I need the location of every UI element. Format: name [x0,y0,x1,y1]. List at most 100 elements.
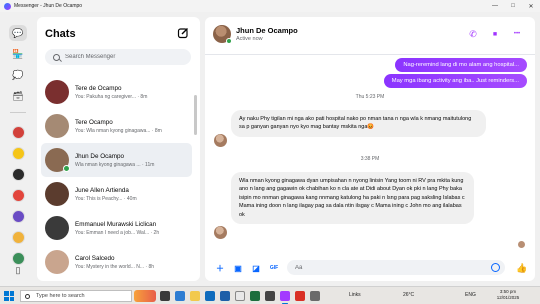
chat-text: Tere Ocampo You: Wla nman kyong ginagawa.… [75,119,190,134]
compose-icon[interactable] [177,27,189,39]
chat-text: Carol Salcedo You: Mystery in the world..… [75,255,190,270]
store-icon[interactable] [205,291,215,301]
chat-list-item[interactable]: Emmanuel Murawski Liclican You: Emman I n… [41,211,192,245]
marketplace-nav-button[interactable]: 🏪 [9,46,27,62]
timestamp: Thu 5:23 PM [355,94,385,100]
mail-icon[interactable] [220,291,230,301]
chats-heading: Chats [45,28,76,40]
archive-nav-button[interactable]: 🗃 [9,88,27,104]
requests-nav-button[interactable]: 💭 [9,67,27,83]
rail-app-shortcut-icon[interactable] [12,147,25,160]
chat-snippet: You: Emman I need a job... Wal... · 2h [75,229,160,236]
message-thread: Nag-reremind lang di mo alam ang hospita… [205,56,535,256]
timestamp: 3:38 PM [360,156,380,162]
app-l-icon[interactable] [235,291,245,301]
language-indicator[interactable]: ENG [465,292,476,298]
online-indicator [63,165,70,172]
add-attachment-icon[interactable]: ＋ [215,263,225,273]
chat-name: Tere de Ocampo [75,84,122,92]
incoming-message[interactable]: Ay naku Phy tigilan mi nga ako pati hosp… [231,110,486,137]
chat-name: Tere Ocampo [75,118,113,126]
maximize-button[interactable]: □ [504,3,522,9]
message-requests-icon: 💭 [12,69,24,80]
phone-call-button[interactable]: ✆ [467,28,479,40]
taskbar-clock[interactable]: 3:50 pm 12/01/2025 [490,289,526,301]
outgoing-message[interactable]: May mga ibang activity ang iba.. Just re… [383,74,527,88]
sender-avatar [214,226,227,239]
active-status: Active now [236,36,263,42]
chat-name: Carol Salcedo [75,254,115,262]
task-view-icon[interactable] [160,291,170,301]
rail-app-shortcut-icon[interactable] [12,210,25,223]
windows-start-icon[interactable] [4,291,14,301]
chat-list-item[interactable]: Tere de Ocampo You: Pakuha ng caregiver..… [41,75,192,109]
title-bar: Messenger - Jhun De Ocampo — □ ✕ [0,0,540,12]
chat-avatar [45,216,69,240]
clock-date: 12/01/2025 [496,295,520,300]
message-composer: ＋ ▣ ◪ GIF 👍 [205,257,535,281]
photo-icon[interactable]: ▣ [233,263,243,273]
minimize-button[interactable]: — [486,3,504,9]
chat-text: Tere de Ocampo You: Pakuha ng caregiver..… [75,85,190,100]
emoji-icon[interactable] [491,263,500,272]
search-highlight-icon[interactable] [134,290,156,302]
sidebar-icon: ▯ [15,264,21,275]
rail-app-shortcut-icon[interactable] [12,231,25,244]
video-call-button[interactable]: ■ [489,28,501,40]
taskbar-search-placeholder: Type here to search [36,293,85,299]
settings-icon[interactable] [310,291,320,301]
thumbs-up-icon[interactable]: 👍 [516,263,527,274]
chat-list-item[interactable]: Carol Salcedo You: Mystery in the world..… [41,245,192,279]
online-indicator [226,38,232,44]
chat-list-item[interactable]: Jhun De Ocampo Wla nman kyong ginagawa ..… [41,143,192,177]
close-button[interactable]: ✕ [522,3,540,10]
chat-snippet: You: Wla nman kyong ginagawa... · 8m [75,127,162,134]
gif-icon[interactable]: GIF [269,263,279,273]
rail-app-shortcut-icon[interactable] [12,189,25,202]
chat-snippet: You: This is Peachy... · 40m [75,195,137,202]
sender-avatar [214,134,227,147]
more-icon: ••• [513,31,521,37]
chat-name: Jhun De Ocampo [75,152,125,160]
spotify-icon[interactable] [250,291,260,301]
message-box[interactable] [287,260,505,275]
file-explorer-icon[interactable] [190,291,200,301]
chat-name: June Allen Artienda [75,186,129,194]
links-toolbar[interactable]: Links [349,292,361,298]
chat-list-panel: Chats Tere de OcampoYou: Pakuha ng careg… [37,17,200,281]
search-input[interactable] [65,54,185,60]
chat-avatar [45,182,69,206]
window-title: Messenger - Jhun De Ocampo [14,3,83,9]
chat-snippet: You: Pakuha ng caregiver... · 8m [75,93,148,100]
chats-nav-button[interactable]: 💬 [9,25,27,41]
outgoing-message[interactable]: Nag-reremind lang di mo alam ang hospita… [395,58,527,72]
chrome-icon[interactable] [295,291,305,301]
sidebar-toggle-button[interactable]: ▯ [9,262,27,278]
conversation-info-button[interactable]: ••• [511,28,523,40]
seen-indicator-avatar [518,241,525,248]
search-bar[interactable] [45,49,191,65]
rail-app-shortcut-icon[interactable] [12,168,25,181]
chat-text: Emmanuel Murawski Liclican You: Emman I n… [75,221,190,236]
chat-list-item[interactable]: Tere Ocampo You: Wla nman kyong ginagawa.… [41,109,192,143]
rail-app-shortcut-icon[interactable] [12,126,25,139]
phone-icon: ✆ [469,28,477,39]
marketplace-icon: 🏪 [12,48,24,59]
video-call-icon: ■ [492,30,498,38]
chat-list-scrollbar[interactable] [194,95,197,135]
taskbar-search[interactable]: Type here to search [20,290,132,302]
conversation-panel: Jhun De Ocampo Active now ✆ ■ ••• Nag-re… [205,17,535,281]
weather-temp[interactable]: 26°C [403,292,414,298]
contact-name[interactable]: Jhun De Ocampo [236,26,298,35]
rail-divider [10,112,26,113]
chat-avatar [45,148,70,172]
incoming-message[interactable]: Wla nman kyong ginagawa dyan umpisahan n… [231,172,474,225]
chat-list-item[interactable]: June Allen Artienda You: This is Peachy..… [41,177,192,211]
edge-browser-icon[interactable] [175,291,185,301]
chat-snippet: Wla nman kyong ginagawa ... · 11m [75,161,155,168]
media-icon[interactable] [265,291,275,301]
sticker-icon[interactable]: ◪ [251,263,261,273]
messenger-taskbar-icon[interactable] [280,291,290,304]
chat-text: June Allen Artienda You: This is Peachy..… [75,187,190,202]
message-input[interactable] [295,264,485,271]
